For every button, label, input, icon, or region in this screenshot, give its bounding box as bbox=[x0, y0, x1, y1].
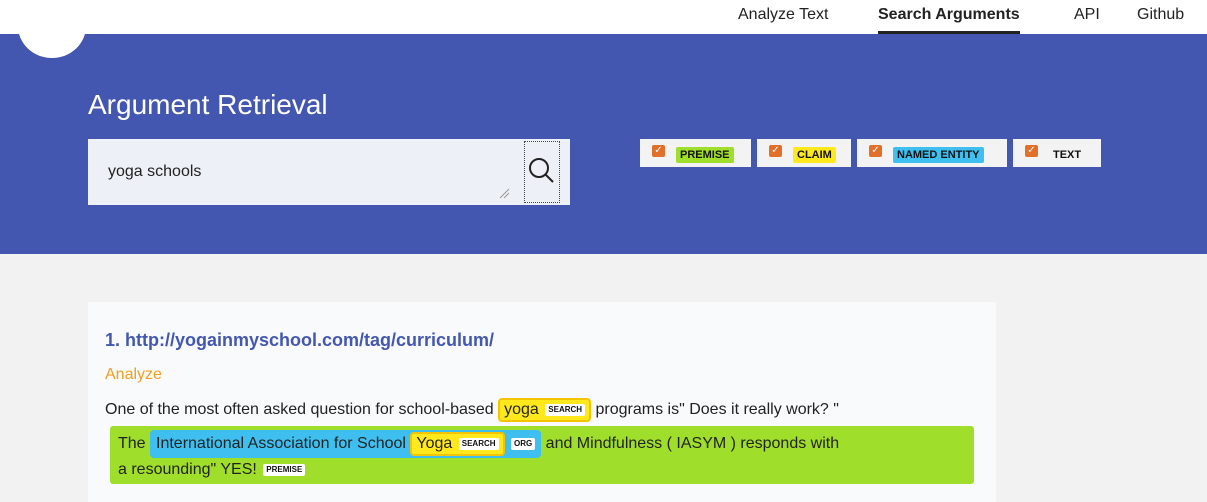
checkbox-checked-icon[interactable]: ✓ bbox=[869, 145, 882, 157]
result-card: 1. http://yogainmyschool.com/tag/curricu… bbox=[88, 302, 996, 502]
search-highlight: Yoga SEARCH bbox=[410, 432, 505, 456]
highlight-text: Yoga bbox=[416, 435, 453, 452]
analyze-link[interactable]: Analyze bbox=[105, 366, 162, 384]
premise-highlight: The International Association for School… bbox=[110, 426, 974, 484]
logo[interactable] bbox=[18, 0, 86, 58]
sentence-text: programs is" Does it really work? " bbox=[591, 401, 839, 418]
premise-line-1: The International Association for School… bbox=[118, 430, 839, 458]
checkbox-checked-icon[interactable]: ✓ bbox=[769, 145, 782, 157]
premise-text: a resounding" YES! bbox=[118, 461, 257, 478]
result-sentence: One of the most often asked question for… bbox=[105, 396, 985, 424]
search-input[interactable] bbox=[88, 139, 524, 205]
search-badge: SEARCH bbox=[545, 403, 586, 416]
search-icon bbox=[529, 157, 554, 183]
resize-grip-icon[interactable] bbox=[498, 187, 510, 199]
premise-line-2: a resounding" YES! PREMISE bbox=[118, 459, 306, 481]
nav-github[interactable]: Github bbox=[1137, 6, 1184, 34]
search-button[interactable] bbox=[524, 141, 560, 203]
filter-text[interactable]: ✓ TEXT bbox=[1013, 139, 1101, 167]
premise-badge: PREMISE bbox=[263, 463, 306, 476]
filter-named-entity[interactable]: ✓ NAMED ENTITY bbox=[857, 139, 1010, 167]
premise-text: and Mindfulness ( IASYM ) responds with bbox=[541, 435, 840, 452]
search-box bbox=[88, 139, 570, 205]
search-highlight: yoga SEARCH bbox=[498, 398, 592, 422]
result-url-link[interactable]: 1. http://yogainmyschool.com/tag/curricu… bbox=[105, 330, 494, 351]
filter-label-named-entity: NAMED ENTITY bbox=[893, 147, 984, 163]
sentence-text: One of the most often asked question for… bbox=[105, 401, 499, 418]
filter-claim[interactable]: ✓ CLAIM bbox=[757, 139, 854, 167]
page-title: Argument Retrieval bbox=[88, 89, 328, 120]
hero-banner: Argument Retrieval ✓ PREMISE ✓ CLAIM ✓ N… bbox=[0, 0, 1207, 254]
highlight-text: yoga bbox=[504, 401, 539, 418]
nav-analyze-text[interactable]: Analyze Text bbox=[738, 6, 828, 34]
entity-text: International Association for School bbox=[156, 435, 411, 452]
checkbox-checked-icon[interactable]: ✓ bbox=[652, 145, 665, 157]
named-entity-highlight: International Association for School Yog… bbox=[150, 430, 542, 458]
nav-search-arguments[interactable]: Search Arguments bbox=[878, 6, 1020, 34]
filter-premise[interactable]: ✓ PREMISE bbox=[640, 139, 754, 167]
checkbox-checked-icon[interactable]: ✓ bbox=[1025, 145, 1038, 157]
filter-label-text: TEXT bbox=[1053, 149, 1082, 161]
nav-api[interactable]: API bbox=[1074, 6, 1100, 34]
org-badge: ORG bbox=[510, 437, 536, 450]
filter-label-premise: PREMISE bbox=[676, 147, 734, 163]
premise-text: The bbox=[118, 435, 151, 452]
search-badge: SEARCH bbox=[458, 437, 499, 450]
top-nav: Analyze Text Search Arguments API Github bbox=[0, 0, 1207, 34]
filter-label-claim: CLAIM bbox=[793, 147, 836, 163]
